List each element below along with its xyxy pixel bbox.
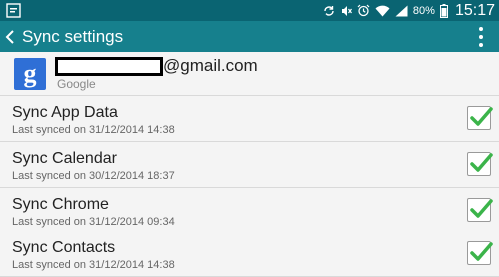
- status-icons: 80% 15:17: [323, 0, 495, 21]
- sync-subtitle: Last synced on 31/12/2014 14:38: [12, 259, 175, 271]
- alarm-icon: [357, 4, 370, 17]
- sync-row-chrome[interactable]: Sync Chrome Last synced on 31/12/2014 09…: [0, 188, 499, 234]
- sync-checkbox[interactable]: [467, 152, 493, 176]
- sync-row-app-data[interactable]: Sync App Data Last synced on 31/12/2014 …: [0, 96, 499, 142]
- notification-icon: [6, 3, 21, 18]
- account-provider: Google: [57, 77, 96, 91]
- google-icon: g: [14, 58, 46, 90]
- sync-title: Sync Calendar: [12, 150, 117, 167]
- sync-checkbox[interactable]: [467, 198, 493, 222]
- mute-icon: [341, 5, 352, 16]
- sync-subtitle: Last synced on 31/12/2014 14:38: [12, 124, 175, 136]
- page-title: Sync settings: [22, 26, 124, 46]
- redacted-email: [55, 57, 163, 76]
- signal-icon: [395, 5, 408, 16]
- sync-checkbox[interactable]: [467, 241, 493, 265]
- account-email: @gmail.com: [163, 56, 258, 75]
- check-icon: [470, 153, 493, 172]
- wifi-icon: [375, 5, 390, 17]
- status-bar: 80% 15:17: [0, 0, 499, 21]
- check-icon: [470, 242, 493, 261]
- sync-title: Sync App Data: [12, 104, 118, 121]
- clock: 15:17: [454, 1, 495, 19]
- sync-row-contacts[interactable]: Sync Contacts Last synced on 31/12/2014 …: [0, 231, 499, 277]
- sync-icon: [324, 5, 334, 16]
- check-icon: [470, 107, 493, 126]
- sync-subtitle: Last synced on 31/12/2014 09:34: [12, 216, 175, 228]
- more-options-button[interactable]: [477, 27, 485, 47]
- sync-subtitle: Last synced on 30/12/2014 18:37: [12, 170, 175, 182]
- back-button[interactable]: Sync settings: [2, 21, 123, 52]
- more-vert-icon: [479, 27, 483, 31]
- action-bar: Sync settings: [0, 21, 499, 52]
- check-icon: [470, 199, 493, 218]
- battery-percent: 80%: [412, 4, 435, 17]
- sync-checkbox[interactable]: [467, 106, 493, 130]
- battery-icon: [439, 3, 448, 18]
- sync-row-calendar[interactable]: Sync Calendar Last synced on 30/12/2014 …: [0, 142, 499, 188]
- chevron-left-icon: [5, 29, 14, 44]
- sync-title: Sync Chrome: [12, 196, 109, 213]
- sync-title: Sync Contacts: [12, 239, 116, 256]
